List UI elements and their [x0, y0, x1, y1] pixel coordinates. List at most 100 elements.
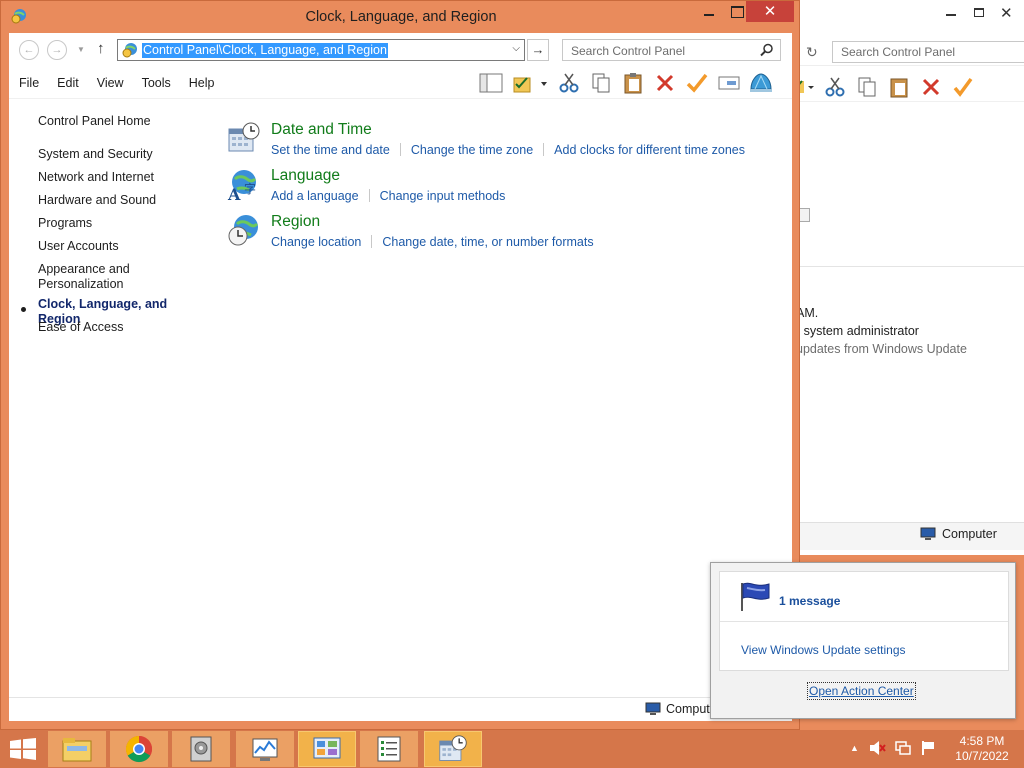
check-icon[interactable]: [681, 71, 713, 95]
go-button[interactable]: →: [527, 39, 549, 61]
menu-help[interactable]: Help: [189, 76, 215, 90]
svg-text:字: 字: [244, 181, 256, 196]
message-count[interactable]: 1 message: [779, 594, 840, 608]
clock-date: 10/7/2022: [955, 749, 1009, 763]
folder-properties-icon[interactable]: [507, 71, 553, 95]
close-icon[interactable]: ✕: [1000, 4, 1013, 22]
address-path[interactable]: Control Panel\Clock, Language, and Regio…: [142, 43, 388, 58]
add-clocks-link[interactable]: Add clocks for different time zones: [554, 143, 745, 157]
taskbar-clock[interactable]: 4:58 PM 10/7/2022: [946, 734, 1018, 764]
taskbar-task-list[interactable]: [360, 731, 418, 767]
cut-icon[interactable]: [553, 71, 585, 95]
link-separator: [543, 143, 545, 156]
action-center-flag-icon[interactable]: [920, 740, 936, 756]
category-title[interactable]: Date and Time: [271, 121, 372, 139]
delete-icon[interactable]: [920, 76, 942, 98]
flag-icon: [741, 582, 770, 611]
background-text-line: r system administrator: [796, 324, 919, 338]
minimize-icon[interactable]: [946, 14, 956, 16]
layout-pane-icon[interactable]: [475, 71, 507, 95]
check-icon[interactable]: [952, 76, 974, 98]
menu-tools[interactable]: Tools: [142, 76, 171, 90]
taskbar-disk-utility[interactable]: [172, 731, 230, 767]
open-action-center-link[interactable]: Open Action Center: [807, 682, 916, 700]
background-search-input[interactable]: Search Control Panel: [832, 41, 1024, 63]
taskbar-file-explorer[interactable]: [48, 731, 106, 767]
add-language-link[interactable]: Add a language: [271, 189, 359, 203]
maximize-icon[interactable]: [974, 8, 984, 17]
globe-language-icon[interactable]: A字: [227, 167, 261, 201]
window-title: Clock, Language, and Region: [305, 9, 497, 25]
titlebar[interactable]: Clock, Language, and Region ✕: [1, 1, 801, 33]
chrome-icon: [125, 735, 153, 763]
message-row[interactable]: 1 message: [720, 572, 1008, 622]
category-links: Add a language Change input methods: [271, 189, 505, 203]
recent-locations-dropdown[interactable]: ▼: [77, 45, 85, 54]
cut-icon[interactable]: [824, 76, 846, 98]
shell-icon[interactable]: [745, 71, 777, 95]
show-hidden-icons-icon[interactable]: ▲: [850, 743, 859, 753]
back-button[interactable]: ←: [19, 40, 39, 60]
taskbar-control-panel[interactable]: [298, 731, 356, 767]
set-time-and-date-link[interactable]: Set the time and date: [271, 143, 390, 157]
chevron-down-icon[interactable]: ⌵: [512, 43, 520, 54]
globe-clock-icon[interactable]: [227, 213, 261, 247]
view-windows-update-settings-link[interactable]: View Windows Update settings: [741, 643, 906, 657]
change-formats-link[interactable]: Change date, time, or number formats: [382, 235, 593, 249]
nav-ease-of-access[interactable]: Ease of Access: [38, 320, 208, 335]
network-icon[interactable]: [895, 740, 911, 756]
copy-icon[interactable]: [585, 71, 617, 95]
performance-icon: [252, 738, 278, 761]
current-item-bullet: [21, 307, 26, 312]
change-time-zone-link[interactable]: Change the time zone: [411, 143, 533, 157]
taskbar-chrome[interactable]: [110, 731, 168, 767]
menu-bar: File Edit View Tools Help: [19, 76, 232, 90]
background-toolbar: [790, 70, 1024, 102]
copy-icon[interactable]: [856, 76, 878, 98]
paste-icon[interactable]: [888, 76, 910, 98]
calendar-clock-icon: [439, 735, 467, 761]
search-input[interactable]: Search Control Panel: [562, 39, 781, 61]
close-button[interactable]: ✕: [746, 1, 794, 22]
nav-hardware-and-sound[interactable]: Hardware and Sound: [38, 193, 208, 208]
menu-edit[interactable]: Edit: [57, 76, 79, 90]
computer-label: Computer: [942, 527, 997, 541]
forward-button[interactable]: →: [47, 40, 67, 60]
change-input-methods-link[interactable]: Change input methods: [380, 189, 506, 203]
nav-user-accounts[interactable]: User Accounts: [38, 239, 208, 254]
volume-muted-icon[interactable]: [868, 740, 886, 756]
nav-programs[interactable]: Programs: [38, 216, 208, 231]
taskbar-date-time[interactable]: [424, 731, 482, 767]
link-separator: [371, 235, 373, 248]
nav-network-and-internet[interactable]: Network and Internet: [38, 170, 208, 185]
change-location-link[interactable]: Change location: [271, 235, 361, 249]
category-links: Change location Change date, time, or num…: [271, 235, 594, 249]
minimize-button[interactable]: [695, 1, 723, 23]
background-window[interactable]: ✕ ↻ Search Control Panel l AM. r system …: [790, 0, 1024, 555]
paste-icon[interactable]: [617, 71, 649, 95]
menu-file[interactable]: File: [19, 76, 39, 90]
rename-icon[interactable]: [713, 71, 745, 95]
background-text-line: updates from Windows Update: [796, 342, 967, 356]
toolbar: [475, 71, 777, 95]
nav-appearance-and-personalization[interactable]: Appearance and Personalization: [38, 262, 208, 292]
control-panel-window[interactable]: Clock, Language, and Region ✕ ← → ▼ ↑ Co…: [0, 0, 800, 730]
search-icon[interactable]: [760, 43, 774, 57]
taskbar-performance[interactable]: [236, 731, 294, 767]
start-button[interactable]: [8, 738, 38, 760]
flyout-content: 1 message View Windows Update settings: [719, 571, 1009, 671]
up-button[interactable]: ↑: [97, 40, 105, 57]
navigation-bar: ← → ▼ ↑ Control Panel\Clock, Language, a…: [9, 33, 792, 67]
category-title[interactable]: Language: [271, 167, 340, 185]
category-title[interactable]: Region: [271, 213, 320, 231]
address-bar[interactable]: Control Panel\Clock, Language, and Regio…: [117, 39, 525, 61]
menu-view[interactable]: View: [97, 76, 124, 90]
nav-system-and-security[interactable]: System and Security: [38, 147, 208, 162]
delete-icon[interactable]: [649, 71, 681, 95]
calendar-clock-icon[interactable]: [227, 121, 261, 155]
divider: [796, 266, 1024, 267]
refresh-icon[interactable]: ↻: [806, 44, 818, 61]
control-panel-icon: [313, 737, 341, 759]
clock-time: 4:58 PM: [959, 734, 1005, 748]
control-panel-home-link[interactable]: Control Panel Home: [38, 114, 151, 128]
